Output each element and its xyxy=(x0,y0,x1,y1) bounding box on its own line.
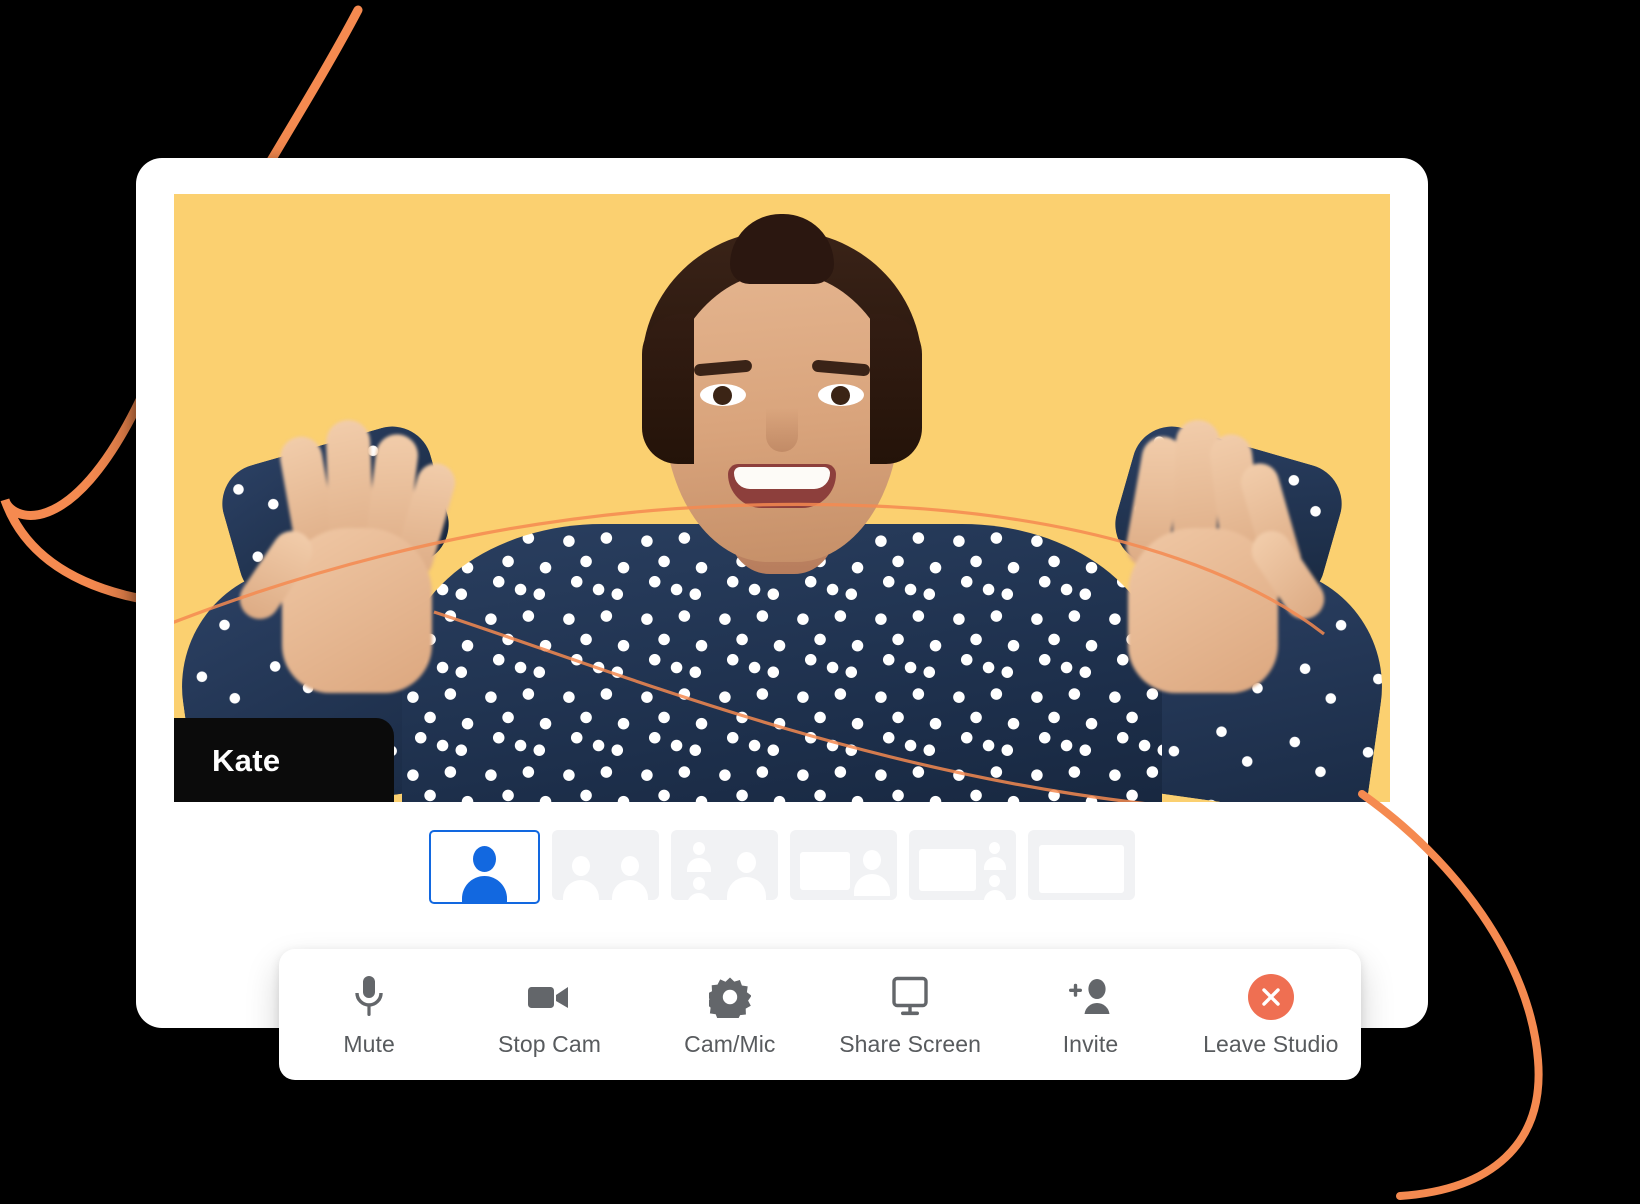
participant-video-image xyxy=(174,194,1390,802)
layout-option-screen-and-sidebar[interactable] xyxy=(909,830,1016,900)
eye-right xyxy=(818,384,864,406)
control-stop-cam[interactable]: Stop Cam xyxy=(459,949,639,1080)
hand-right xyxy=(1100,408,1332,698)
close-circle-icon xyxy=(1247,973,1294,1020)
layout-single-icon xyxy=(473,846,496,872)
layout-option-full-screen[interactable] xyxy=(1028,830,1135,900)
layout-option-two-people[interactable] xyxy=(552,830,659,900)
control-bar: Mute Stop Cam Cam/Mic Share Screen Invit… xyxy=(279,949,1361,1080)
participant-name-label: Kate xyxy=(212,742,281,778)
video-stage: Kate xyxy=(174,194,1390,802)
nose xyxy=(766,408,798,452)
control-mute-label: Mute xyxy=(343,1030,395,1057)
app-window: Kate xyxy=(136,158,1428,1028)
control-mute[interactable]: Mute xyxy=(279,949,459,1080)
control-cam-mic[interactable]: Cam/Mic xyxy=(640,949,820,1080)
layout-option-screen-and-person[interactable] xyxy=(790,830,897,900)
layout-screen-person-icon xyxy=(800,852,850,890)
monitor-icon xyxy=(888,974,932,1020)
control-share-screen[interactable]: Share Screen xyxy=(820,949,1000,1080)
layout-screen-sidebar-icon xyxy=(919,849,976,891)
gear-icon xyxy=(708,974,751,1020)
hair-bun xyxy=(730,214,834,284)
control-leave-studio[interactable]: Leave Studio xyxy=(1181,949,1361,1080)
hair-side-right xyxy=(870,314,922,464)
hand-left xyxy=(232,408,464,698)
screenshot-stage: Kate Mute Stop Cam Cam/Mic Share Screen … xyxy=(0,0,1640,1204)
control-share-screen-label: Share Screen xyxy=(839,1030,982,1057)
layout-full-icon xyxy=(1039,845,1124,893)
teeth xyxy=(734,467,830,489)
layout-option-single-speaker[interactable] xyxy=(429,830,540,904)
add-person-icon xyxy=(1066,974,1114,1020)
layout-three-icon xyxy=(693,842,705,855)
video-camera-icon xyxy=(526,974,572,1020)
mouth xyxy=(728,464,836,508)
layout-switcher xyxy=(136,830,1428,904)
control-invite[interactable]: Invite xyxy=(1000,949,1180,1080)
control-invite-label: Invite xyxy=(1062,1030,1119,1057)
layout-option-three-people[interactable] xyxy=(671,830,778,900)
microphone-icon xyxy=(352,974,386,1020)
control-leave-studio-label: Leave Studio xyxy=(1203,1030,1339,1057)
control-cam-mic-label: Cam/Mic xyxy=(684,1030,776,1057)
participant-name-badge: Kate xyxy=(174,718,394,802)
layout-two-icon xyxy=(572,856,590,876)
eye-left xyxy=(700,384,746,406)
hair-side-left xyxy=(642,314,694,464)
control-stop-cam-label: Stop Cam xyxy=(497,1030,602,1057)
